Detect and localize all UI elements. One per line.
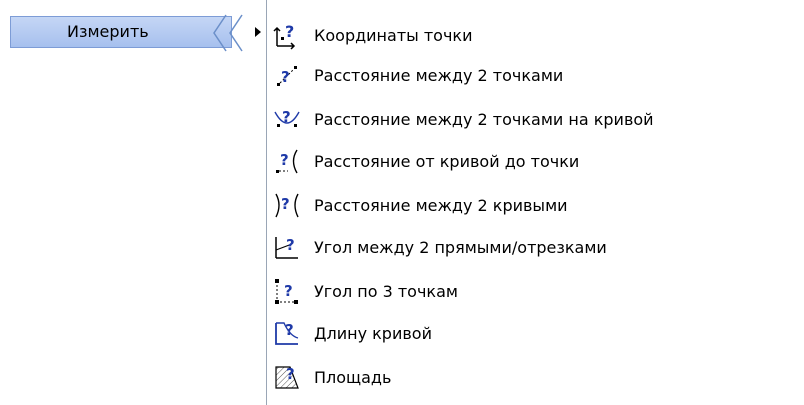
distance-points-on-curve-icon: ?	[272, 104, 302, 134]
curve-length-icon: ?	[272, 318, 302, 348]
distance-two-points-icon: ?	[272, 60, 302, 90]
menu-item-point-coordinates[interactable]: ? Координаты точки	[267, 13, 797, 57]
point-coordinates-icon: ?	[272, 20, 302, 50]
menu-item-label: Расстояние от кривой до точки	[314, 151, 580, 171]
svg-text:?: ?	[282, 108, 291, 126]
svg-text:?: ?	[281, 68, 290, 86]
svg-text:?: ?	[281, 195, 290, 213]
menu-item-area[interactable]: ? Площадь	[267, 355, 797, 399]
distance-curve-to-point-icon: ?	[272, 146, 302, 176]
menu-item-label: Расстояние между 2 точками на кривой	[314, 109, 654, 129]
svg-text:?: ?	[285, 321, 294, 339]
angle-three-points-icon: ?	[272, 276, 302, 306]
svg-text:?: ?	[286, 236, 295, 254]
menu-item-label: Длину кривой	[314, 323, 432, 343]
menu-item-curve-length[interactable]: ? Длину кривой	[267, 311, 797, 355]
measure-menu-label: Измерить	[67, 22, 149, 41]
submenu-arrow-icon	[255, 27, 261, 37]
parent-menu-panel: Измерить	[0, 0, 268, 405]
menu-item-angle-two-lines[interactable]: ? Угол между 2 прямыми/отрезками	[267, 225, 797, 269]
angle-two-lines-icon: ?	[272, 232, 302, 262]
menu-item-label: Угол по 3 точкам	[314, 281, 458, 301]
menu-item-angle-three-points[interactable]: ? Угол по 3 точкам	[267, 269, 797, 313]
menu-item-label: Расстояние между 2 кривыми	[314, 195, 568, 215]
menu-item-label: Координаты точки	[314, 25, 473, 45]
menu-item-label: Площадь	[314, 367, 392, 387]
menu-item-distance-points-on-curve[interactable]: ? Расстояние между 2 точками на кривой	[267, 97, 797, 141]
menu-item-label: Расстояние между 2 точками	[314, 65, 564, 85]
menu-item-distance-two-points[interactable]: ? Расстояние между 2 точками	[267, 53, 797, 97]
menu-item-label: Угол между 2 прямыми/отрезками	[314, 237, 607, 257]
svg-text:?: ?	[284, 282, 293, 300]
distance-two-curves-icon: ?	[272, 190, 302, 220]
menu-item-distance-two-curves[interactable]: ? Расстояние между 2 кривыми	[267, 183, 797, 227]
area-icon: ?	[272, 362, 302, 392]
svg-text:?: ?	[285, 22, 294, 41]
svg-text:?: ?	[280, 151, 289, 169]
svg-text:?: ?	[286, 365, 295, 383]
measure-submenu: ? Координаты точки ? Расстояние между 2 …	[266, 0, 804, 405]
menu-item-distance-curve-to-point[interactable]: ? Расстояние от кривой до точки	[267, 139, 797, 183]
